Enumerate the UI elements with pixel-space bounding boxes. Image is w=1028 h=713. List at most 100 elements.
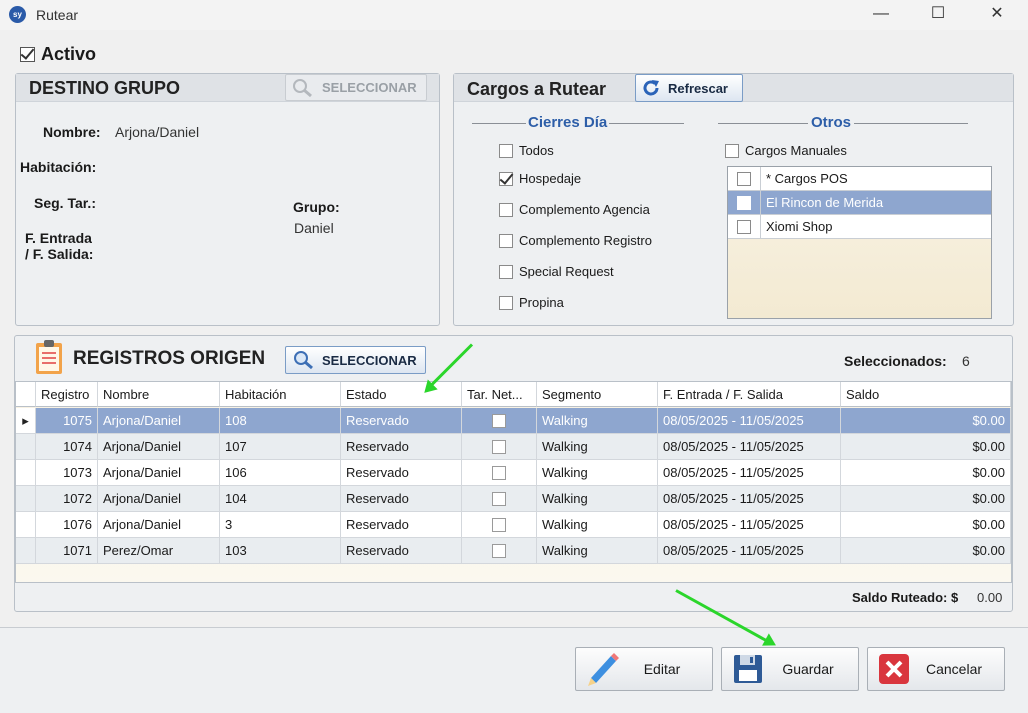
cell-segmento: Walking bbox=[537, 434, 658, 460]
activo-label: Activo bbox=[41, 44, 97, 64]
cierre-label: Hospedaje bbox=[519, 171, 582, 186]
refresh-icon bbox=[643, 80, 659, 96]
checkbox-icon[interactable] bbox=[725, 143, 739, 158]
table-row[interactable]: 1071 Perez/Omar 103 Reservado Walking 08… bbox=[16, 538, 1011, 564]
checkbox-icon[interactable] bbox=[499, 233, 513, 248]
cell-tarnet[interactable] bbox=[462, 408, 537, 434]
cargos-title: Cargos a Rutear bbox=[467, 79, 607, 99]
checkbox-icon[interactable] bbox=[737, 171, 751, 186]
list-item[interactable]: El Rincon de Merida bbox=[728, 190, 991, 215]
cell-registro: 1072 bbox=[36, 486, 98, 512]
cierres-title: Cierres Día bbox=[526, 114, 610, 131]
activo-check-icon[interactable] bbox=[20, 47, 35, 62]
cell-registro: 1075 bbox=[36, 408, 98, 434]
row-header bbox=[16, 434, 36, 460]
cierre-propina[interactable]: Propina bbox=[499, 295, 564, 310]
cierre-complemento-agencia[interactable]: Complemento Agencia bbox=[499, 202, 650, 217]
cell-tarnet[interactable] bbox=[462, 486, 537, 512]
cierre-label: Propina bbox=[519, 295, 564, 310]
cell-fechas: 08/05/2025 - 11/05/2025 bbox=[658, 408, 841, 434]
cell-tarnet[interactable] bbox=[462, 434, 537, 460]
column-header[interactable]: Nombre bbox=[98, 382, 220, 407]
checkbox-icon[interactable] bbox=[492, 517, 506, 532]
cargos-manuales[interactable]: Cargos Manuales bbox=[725, 143, 847, 158]
checkbox-icon[interactable] bbox=[492, 413, 506, 428]
cell-nombre: Perez/Omar bbox=[98, 538, 220, 564]
cancel-x-icon bbox=[879, 654, 909, 684]
table-row[interactable]: ▸ 1075 Arjona/Daniel 108 Reservado Walki… bbox=[16, 408, 1011, 434]
nombre-label: Nombre: bbox=[43, 124, 101, 140]
cell-tarnet[interactable] bbox=[462, 538, 537, 564]
registros-select-button[interactable]: SELECCIONAR bbox=[285, 346, 426, 374]
cell-saldo: $0.00 bbox=[841, 408, 1011, 434]
cancelar-button[interactable]: Cancelar bbox=[867, 647, 1005, 691]
cell-registro: 1073 bbox=[36, 460, 98, 486]
guardar-button[interactable]: Guardar bbox=[721, 647, 859, 691]
checkbox-icon[interactable] bbox=[499, 295, 513, 310]
column-header[interactable]: F. Entrada / F. Salida bbox=[658, 382, 841, 407]
cell-tarnet[interactable] bbox=[462, 512, 537, 538]
title-bar: sy Rutear — ☐ ✕ bbox=[0, 0, 1028, 30]
row-header bbox=[16, 486, 36, 512]
cierre-todos[interactable]: Todos bbox=[499, 143, 554, 158]
checkbox-icon[interactable] bbox=[499, 143, 513, 158]
destino-title: DESTINO GRUPO bbox=[29, 78, 181, 98]
column-header[interactable]: Segmento bbox=[537, 382, 658, 407]
cierre-special-request[interactable]: Special Request bbox=[499, 264, 614, 279]
table-row[interactable]: 1076 Arjona/Daniel 3 Reservado Walking 0… bbox=[16, 512, 1011, 538]
cancelar-label: Cancelar bbox=[925, 661, 983, 677]
list-item-label: * Cargos POS bbox=[766, 171, 848, 186]
fsalida-label: / F. Salida: bbox=[25, 246, 94, 262]
checkbox-icon[interactable] bbox=[737, 195, 751, 210]
cargos-manuales-label: Cargos Manuales bbox=[745, 143, 847, 158]
checkbox-icon[interactable] bbox=[499, 202, 513, 217]
checkbox-icon[interactable] bbox=[499, 264, 513, 279]
cell-habitacion: 103 bbox=[220, 538, 341, 564]
row-header bbox=[16, 538, 36, 564]
cierre-complemento-registro[interactable]: Complemento Registro bbox=[499, 233, 652, 248]
cell-habitacion: 3 bbox=[220, 512, 341, 538]
checkbox-icon[interactable] bbox=[492, 439, 506, 454]
checkbox-icon[interactable] bbox=[492, 491, 506, 506]
cell-fechas: 08/05/2025 - 11/05/2025 bbox=[658, 512, 841, 538]
cierre-label: Complemento Registro bbox=[519, 233, 652, 248]
cierre-hospedaje[interactable]: Hospedaje bbox=[499, 171, 581, 186]
cell-fechas: 08/05/2025 - 11/05/2025 bbox=[658, 434, 841, 460]
checkbox-icon[interactable] bbox=[737, 219, 751, 234]
search-icon bbox=[294, 351, 313, 370]
list-item[interactable]: * Cargos POS bbox=[728, 166, 991, 191]
grupo-value: Daniel bbox=[294, 220, 334, 236]
table-row[interactable]: 1073 Arjona/Daniel 106 Reservado Walking… bbox=[16, 460, 1011, 486]
table-row[interactable]: 1074 Arjona/Daniel 107 Reservado Walking… bbox=[16, 434, 1011, 460]
editar-label: Editar bbox=[643, 661, 681, 677]
registros-select-label: SELECCIONAR bbox=[322, 352, 417, 368]
column-header[interactable]: Tar. Net... bbox=[462, 382, 537, 407]
minimize-button[interactable]: — bbox=[858, 0, 904, 30]
cell-estado: Reservado bbox=[341, 538, 462, 564]
otros-title: Otros bbox=[808, 114, 855, 131]
otros-listbox[interactable]: * Cargos POS El Rincon de Merida Xiomi S… bbox=[727, 166, 992, 319]
activo-checkbox[interactable]: Activo bbox=[20, 44, 96, 65]
guardar-label: Guardar bbox=[782, 661, 834, 677]
maximize-button[interactable]: ☐ bbox=[915, 0, 961, 30]
checkbox-icon[interactable] bbox=[492, 543, 506, 558]
table-row[interactable]: 1072 Arjona/Daniel 104 Reservado Walking… bbox=[16, 486, 1011, 512]
column-header[interactable]: Estado bbox=[341, 382, 462, 407]
checkbox-checked-icon[interactable] bbox=[499, 171, 513, 186]
list-item[interactable]: Xiomi Shop bbox=[728, 214, 991, 239]
close-button[interactable]: ✕ bbox=[974, 0, 1020, 30]
refresh-button[interactable]: Refrescar bbox=[635, 74, 743, 102]
row-header-corner bbox=[16, 382, 36, 407]
checkbox-icon[interactable] bbox=[492, 465, 506, 480]
seleccionados-count: 6 bbox=[962, 353, 970, 369]
destino-select-button[interactable]: SELECCIONAR bbox=[285, 74, 427, 101]
column-header[interactable]: Habitación bbox=[220, 382, 341, 407]
editar-button[interactable]: Editar bbox=[575, 647, 713, 691]
app-logo-icon: sy bbox=[9, 6, 26, 23]
cell-saldo: $0.00 bbox=[841, 434, 1011, 460]
cell-nombre: Arjona/Daniel bbox=[98, 512, 220, 538]
column-header[interactable]: Registro bbox=[36, 382, 98, 407]
cell-tarnet[interactable] bbox=[462, 460, 537, 486]
registros-grid[interactable]: Registro Nombre Habitación Estado Tar. N… bbox=[15, 381, 1012, 583]
column-header[interactable]: Saldo bbox=[841, 382, 1011, 407]
